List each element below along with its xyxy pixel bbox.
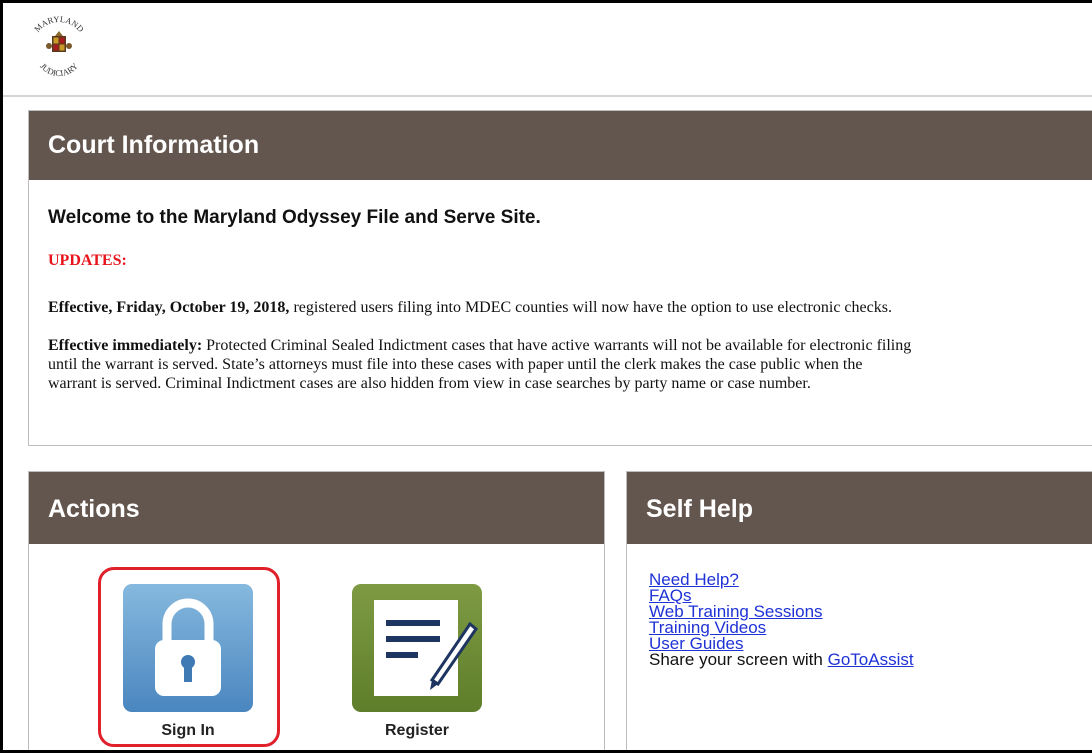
share-screen-line: Share your screen with GoToAssist [649, 650, 914, 669]
sign-in-tile[interactable] [123, 584, 253, 712]
update-electronic-checks: Effective, Friday, October 19, 2018, reg… [48, 298, 892, 317]
register-label[interactable]: Register [352, 722, 482, 740]
update-sealed-indictment: Effective immediately: Protected Crimina… [48, 336, 911, 393]
self-help-title: Self Help [627, 472, 1092, 544]
share-screen-text: Share your screen with [649, 650, 828, 669]
actions-panel: Actions Sign In Register [28, 471, 605, 750]
update-effective-bold: Effective immediately: [48, 337, 203, 354]
actions-title: Actions [29, 472, 604, 544]
register-button[interactable]: Register [352, 584, 482, 750]
update-line-2: until the warrant is served. State’s att… [48, 356, 863, 373]
updates-label: UPDATES: [48, 252, 127, 269]
update-line-1-text: Protected Criminal Sealed Indictment cas… [202, 337, 912, 354]
self-help-links: Need Help? FAQs Web Training Sessions Tr… [649, 571, 914, 669]
maryland-judiciary-seal-logo: MARYLAND JUDICIARY [32, 14, 86, 78]
register-tile[interactable] [352, 584, 482, 712]
sign-in-label[interactable]: Sign In [123, 722, 253, 740]
court-information-panel: Court Information Welcome to the Marylan… [28, 110, 1092, 446]
page-frame: MARYLAND JUDICIARY Court Information Wel… [0, 0, 1092, 753]
svg-text:JUDICIARY: JUDICIARY [38, 61, 80, 78]
court-information-title: Court Information [29, 111, 1092, 180]
welcome-heading: Welcome to the Maryland Odyssey File and… [48, 207, 541, 228]
update-text: registered users filing into MDEC counti… [289, 299, 892, 316]
update-date-bold: Effective, Friday, October 19, 2018, [48, 299, 290, 316]
self-help-panel: Self Help Need Help? FAQs Web Training S… [626, 471, 1092, 750]
gotoassist-link[interactable]: GoToAssist [828, 650, 914, 669]
svg-text:MARYLAND: MARYLAND [32, 14, 86, 34]
sign-in-button[interactable]: Sign In [123, 584, 253, 750]
site-header: MARYLAND JUDICIARY [3, 3, 1092, 97]
lock-icon [155, 598, 221, 696]
document-pen-icon [374, 600, 479, 696]
update-line-3: warrant is served. Criminal Indictment c… [48, 375, 811, 392]
update-line-1: Effective immediately: Protected Crimina… [48, 336, 911, 355]
